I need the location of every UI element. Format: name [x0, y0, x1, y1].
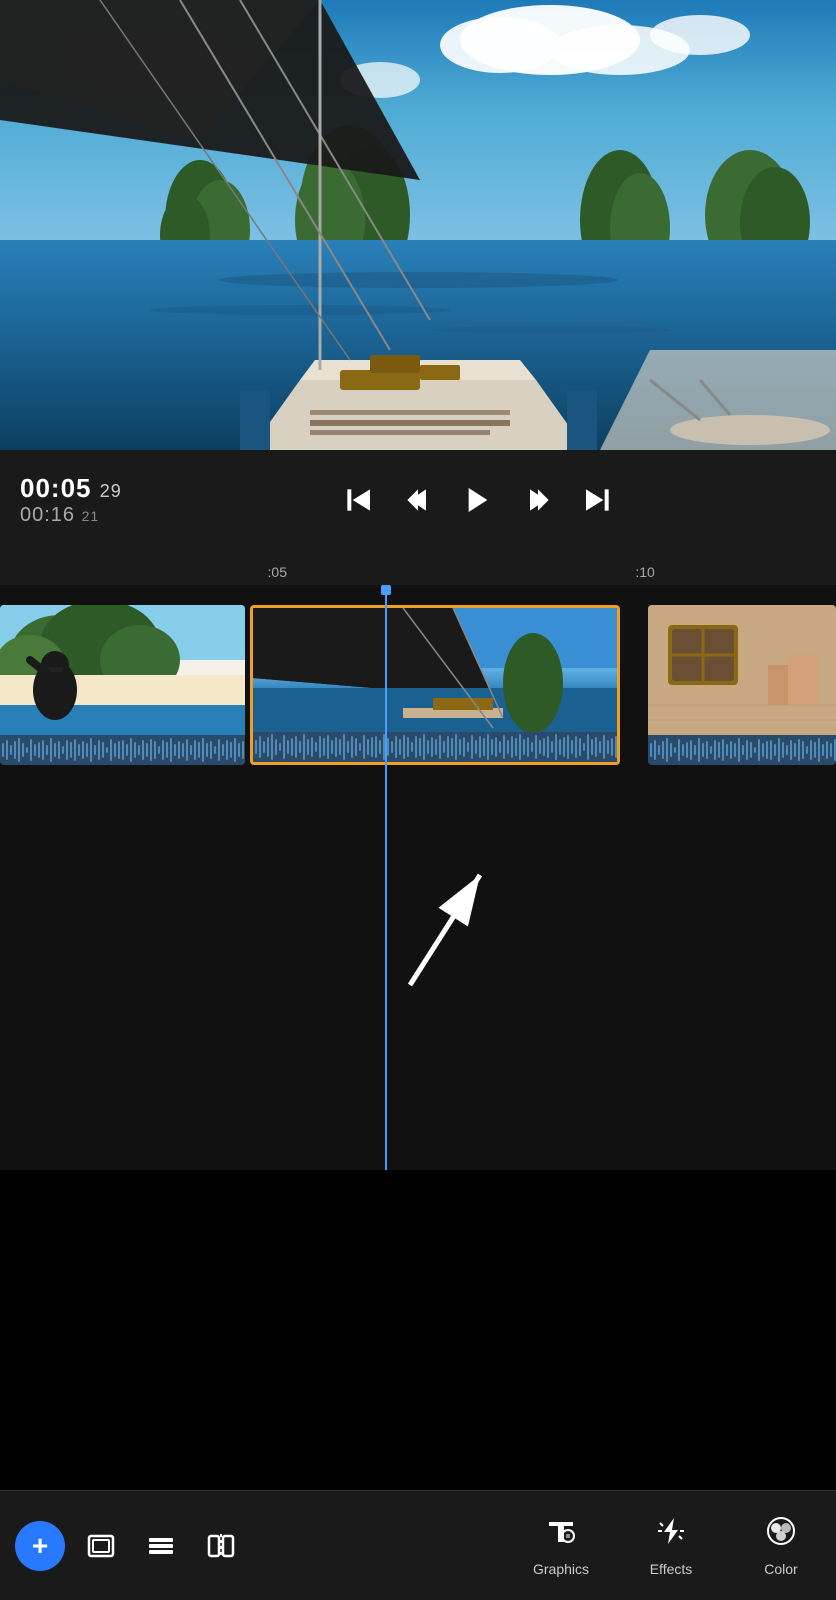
color-icon — [764, 1514, 798, 1555]
current-timecode: 00:05 29 — [20, 473, 140, 504]
bottom-toolbar: + — [0, 1490, 836, 1600]
split-icon — [205, 1530, 237, 1562]
timeline-area[interactable]: :05 :10 — [0, 550, 836, 1170]
step-forward-icon — [522, 484, 554, 516]
transport-controls — [140, 479, 816, 521]
tab-effects[interactable]: Effects — [616, 1491, 726, 1600]
tab-effects-label: Effects — [650, 1561, 693, 1577]
clip-boat-audio — [253, 732, 617, 762]
arrow-annotation — [350, 835, 530, 1000]
controls-bar: 00:05 29 00:16 21 — [0, 450, 836, 550]
split-button[interactable] — [197, 1522, 245, 1570]
align-button[interactable] — [137, 1522, 185, 1570]
current-time: 00:05 — [20, 473, 92, 503]
align-icon — [145, 1530, 177, 1562]
tab-color-label: Color — [764, 1561, 797, 1577]
video-preview — [0, 0, 836, 450]
ruler-mark-10: :10 — [635, 564, 654, 580]
clip-boat[interactable] — [250, 605, 620, 765]
go-to-end-icon — [582, 484, 614, 516]
timeline-ruler: :05 :10 — [0, 550, 836, 585]
tab-graphics[interactable]: Graphics — [506, 1491, 616, 1600]
add-button[interactable]: + — [15, 1521, 65, 1571]
playhead[interactable] — [385, 585, 387, 1170]
trim-button[interactable] — [77, 1522, 125, 1570]
go-to-start-icon — [342, 484, 374, 516]
clip-boat-thumbnail — [253, 608, 617, 732]
toolbar-left: + — [0, 1521, 506, 1571]
ruler-mark-5: :05 — [268, 564, 287, 580]
playhead-handle[interactable] — [381, 585, 391, 595]
clip-beach-audio — [0, 735, 245, 765]
timecode-section: 00:05 29 00:16 21 — [20, 473, 140, 527]
trim-icon — [85, 1530, 117, 1562]
tab-graphics-label: Graphics — [533, 1561, 589, 1577]
duration-time: 00:16 — [20, 504, 75, 526]
current-frame: 29 — [100, 481, 122, 501]
graphics-icon — [544, 1514, 578, 1555]
duration-timecode: 00:16 21 — [20, 504, 140, 527]
clip-building-thumbnail — [648, 605, 836, 735]
video-track — [0, 595, 836, 795]
clip-building[interactable] — [648, 605, 836, 765]
toolbar-right: Graphics Effects — [506, 1491, 836, 1600]
clip-beach-thumbnail — [0, 605, 245, 735]
go-to-start-button[interactable] — [337, 479, 379, 521]
tracks-container — [0, 585, 836, 1170]
effects-icon — [654, 1514, 688, 1555]
play-button[interactable] — [457, 479, 499, 521]
go-to-end-button[interactable] — [577, 479, 619, 521]
tab-color[interactable]: Color — [726, 1491, 836, 1600]
step-back-icon — [402, 484, 434, 516]
step-forward-button[interactable] — [517, 479, 559, 521]
clip-beach[interactable] — [0, 605, 245, 765]
clip-building-audio — [648, 735, 836, 765]
add-icon: + — [32, 1530, 48, 1562]
duration-frame: 21 — [82, 508, 100, 524]
step-back-button[interactable] — [397, 479, 439, 521]
play-icon — [462, 484, 494, 516]
